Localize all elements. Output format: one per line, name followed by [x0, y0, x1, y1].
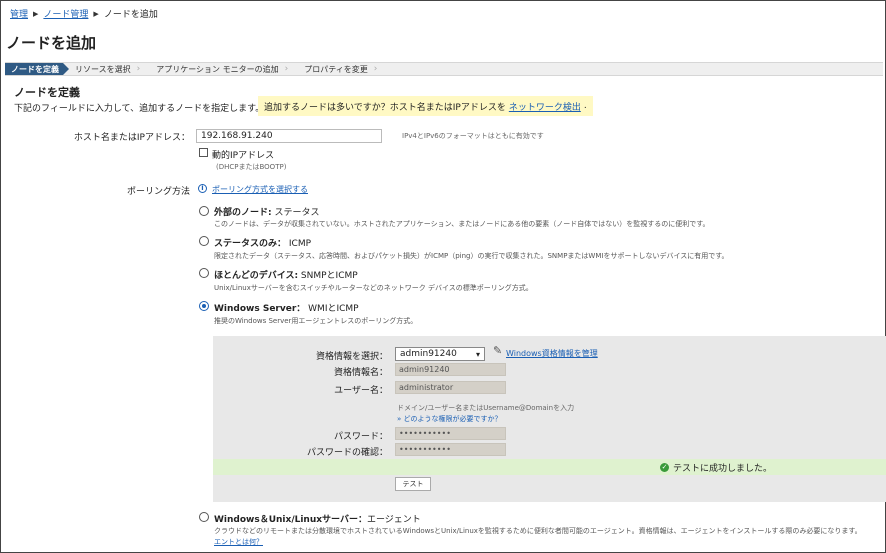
option-wmi-desc: 推奨のWindows Server用エージェントレスのポーリング方式。 [214, 317, 418, 325]
option-title-rest: エージェント [366, 515, 421, 525]
option-status-title: ステータスのみ： ICMP [214, 236, 311, 249]
username-hint: ドメイン/ユーザー名またはUsername@Domainを入力 [397, 404, 575, 412]
confirm-password-label: パスワードの確認： [306, 448, 388, 458]
host-label: ホスト名またはIPアドレス： [73, 133, 190, 143]
breadcrumb-link-admin[interactable]: 管理 [10, 7, 28, 20]
credential-name-label: 資格情報名： [333, 368, 388, 378]
password-label: パスワード： [333, 432, 388, 442]
dynamic-ip-label: 動的IPアドレス [212, 151, 275, 161]
dynamic-ip-checkbox[interactable] [199, 148, 208, 157]
chevron-right-icon: › [373, 64, 378, 74]
polling-help-link[interactable]: ポーリング方式を選択する [212, 184, 308, 195]
info-icon: i [198, 184, 207, 193]
option-title-bold: Windows＆Unix/Linuxサーバー： [214, 515, 367, 525]
hint-text: 追加するノードは多いですか？ホスト名またはIPアドレスを [264, 102, 506, 113]
username-label: ユーザー名： [334, 386, 388, 396]
network-discovery-link[interactable]: ネットワーク検出 [509, 100, 581, 113]
section-title: ノードを定義 [14, 86, 80, 99]
polling-label: ポーリング方法 [126, 187, 190, 197]
wizard-step-select-resources[interactable]: リソースを選択 › [69, 63, 150, 75]
wizard-step-label: アプリケーション モニターの追加 [156, 64, 279, 74]
radio-external-node[interactable] [199, 206, 209, 216]
radio-status-only[interactable] [199, 236, 209, 246]
username-input[interactable]: administrator [395, 381, 506, 394]
breadcrumb-arrow-icon: ▶ [93, 9, 99, 18]
dynamic-ip-sublabel: (DHCPまたはBOOTP) [216, 163, 287, 171]
breadcrumb: 管理 ▶ ノード管理 ▶ ノードを追加 [10, 7, 158, 21]
test-button[interactable]: テスト [395, 477, 431, 491]
wizard-step-label: リソースを選択 [75, 64, 131, 74]
edit-pencil-icon: ✎ [493, 344, 503, 357]
chevron-down-icon: ▾ [475, 349, 480, 359]
breadcrumb-link-node-management[interactable]: ノード管理 [43, 7, 88, 20]
radio-windows-server[interactable] [199, 301, 209, 311]
option-title-rest: ステータス [271, 208, 320, 218]
option-title-bold: ステータスのみ： [214, 239, 287, 249]
confirm-password-input[interactable]: ••••••••••• [395, 443, 506, 456]
breadcrumb-arrow-icon: ▶ [33, 9, 39, 18]
credential-select[interactable]: admin91240 ▾ [395, 347, 485, 361]
option-agent-title: Windows＆Unix/Linuxサーバー：エージェント [214, 512, 421, 525]
agent-info-link[interactable]: エントとは何？ [214, 537, 263, 547]
option-snmp-title: ほとんどのデバイス: SNMPとICMP [214, 268, 358, 281]
password-input[interactable]: ••••••••••• [395, 427, 506, 440]
option-title-bold: 外部のノード: [214, 208, 272, 218]
page-title: ノードを追加 [6, 34, 97, 52]
option-agent-desc: クラウドなどのリモートまたは分散環境でホストされているWindowsとUnix/… [214, 527, 862, 535]
host-input[interactable]: 192.168.91.240 [196, 129, 382, 143]
test-success-banner: ✓ テストに成功しました。 [213, 459, 886, 475]
credential-name-input[interactable]: admin91240 [395, 363, 506, 376]
option-title-rest: WMIとICMP [305, 304, 359, 314]
wizard-step-label: ノードを定義 [11, 64, 59, 74]
credential-select-label: 資格情報を選択： [315, 352, 388, 362]
wizard-step-define-node[interactable]: ノードを定義 [5, 63, 69, 75]
breadcrumb-current: ノードを追加 [103, 10, 158, 20]
chevron-right-icon: › [284, 64, 289, 74]
option-title-bold: ほとんどのデバイス: [214, 271, 299, 281]
check-circle-icon: ✓ [660, 462, 669, 472]
wizard-step-add-app-monitor[interactable]: アプリケーション モニターの追加 › [150, 63, 298, 75]
radio-agent[interactable] [199, 512, 209, 522]
manage-credentials-link[interactable]: Windows資格情報を管理 [506, 348, 598, 359]
rights-help-link[interactable]: » どのような権限が必要ですか？ [397, 414, 502, 424]
intro-text: 下記のフィールドに入力して、追加するノードを指定します。 [14, 104, 265, 114]
option-title-bold: Windows Server： [214, 304, 306, 314]
chevron-right-icon: › [136, 64, 141, 74]
option-wmi-title: Windows Server： WMIとICMP [214, 301, 359, 314]
option-external-desc: このノードは、データが収集されていない。ホストされたアプリケーション、またはノー… [214, 220, 710, 228]
credential-select-value: admin91240 [400, 349, 457, 359]
option-title-rest: SNMPとICMP [298, 271, 358, 281]
host-format-note: IPv4とIPv6のフォーマットはともに有効です [402, 132, 544, 140]
radio-most-devices[interactable] [199, 268, 209, 278]
discovery-hint: 追加するノードは多いですか？ホスト名またはIPアドレスを ネットワーク検出 . [258, 96, 593, 116]
wizard-step-change-properties[interactable]: プロパティを変更 › [298, 63, 387, 75]
option-snmp-desc: Unix/Linuxサーバーを含むスイッチやルーターなどのネットワーク デバイス… [214, 284, 533, 292]
success-message: テストに成功しました。 [673, 463, 773, 474]
option-title-rest: ICMP [286, 239, 312, 249]
option-status-desc: 限定されたデータ（ステータス、応答時間、およびパケット損失）がICMP（ping… [214, 252, 729, 260]
wizard-step-label: プロパティを変更 [304, 64, 368, 74]
hint-tail: . [583, 101, 587, 111]
option-external-title: 外部のノード: ステータス [214, 205, 319, 218]
wizard-steps: ノードを定義 リソースを選択 › アプリケーション モニターの追加 › プロパティを… [5, 62, 883, 76]
